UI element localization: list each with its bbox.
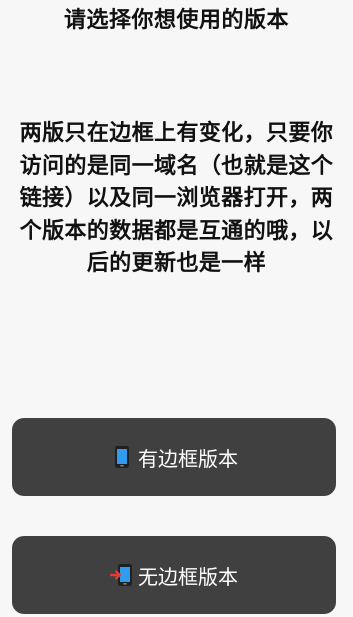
bordered-version-button[interactable]: 有边框版本 xyxy=(12,418,336,496)
version-select-page: 请选择你想使用的版本 两版只在边框上有变化，只要你访问的是同一域名（也就是这个链… xyxy=(0,0,353,617)
version-description: 两版只在边框上有变化，只要你访问的是同一域名（也就是这个链接）以及同一浏览器打开… xyxy=(19,121,334,276)
borderless-version-button[interactable]: 无边框版本 xyxy=(12,536,336,614)
borderless-version-label: 无边框版本 xyxy=(138,564,238,589)
bordered-version-label: 有边框版本 xyxy=(138,446,238,471)
mobile-phone-icon xyxy=(110,445,134,469)
page-title: 请选择你想使用的版本 xyxy=(63,8,289,33)
mobile-phone-with-arrow-icon xyxy=(110,563,134,587)
